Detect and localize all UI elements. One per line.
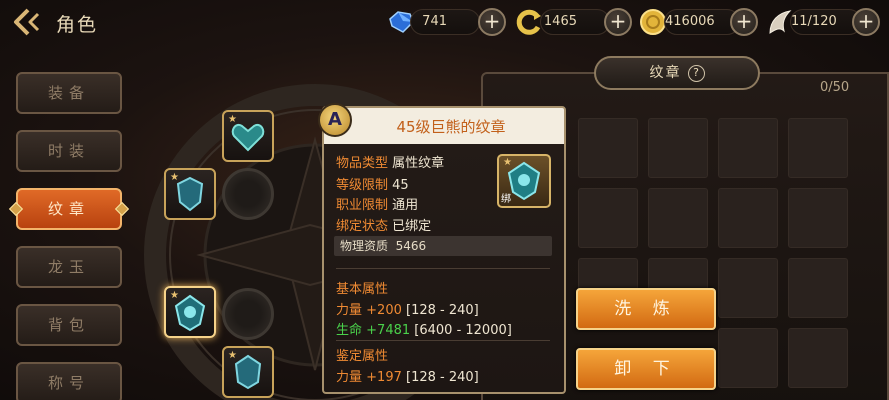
divider: [336, 340, 550, 341]
menu-equipment[interactable]: 装备: [16, 72, 122, 114]
field-level-limit: 等级限制 45: [336, 178, 409, 193]
appraise-section-title: 鉴定属性: [336, 349, 389, 364]
refine-button[interactable]: 洗 炼: [576, 288, 716, 330]
quality-bar: 物理资质 5466: [334, 236, 552, 256]
gold-count: 416006: [664, 9, 740, 35]
empty-slot-center-bottom[interactable]: [222, 288, 274, 340]
add-refresh-coin-button[interactable]: +: [604, 8, 632, 36]
grid-cell[interactable]: [718, 328, 778, 388]
stat-life: 生命 +7481 [6400 - 12000]: [336, 323, 512, 338]
emblem-slot-top[interactable]: ★: [222, 110, 274, 162]
empty-slot-center-top[interactable]: [222, 168, 274, 220]
star-icon: ★: [503, 157, 512, 168]
grid-cell[interactable]: [718, 118, 778, 178]
star-icon: ★: [170, 290, 179, 301]
base-section-title: 基本属性: [336, 282, 389, 297]
top-bar: 角色 741 + 1465 + 416006 + 11/120 +: [0, 0, 889, 44]
grid-cell[interactable]: [718, 258, 778, 318]
grid-cell[interactable]: [578, 118, 638, 178]
grade-badge: A: [318, 103, 352, 137]
grid-cell[interactable]: [788, 188, 848, 248]
item-title: 45级巨熊的纹章: [396, 118, 506, 136]
bound-tag: 绑: [501, 194, 511, 205]
inventory-count: 0/50: [820, 80, 850, 95]
emblem-slot-left[interactable]: ★: [164, 168, 216, 220]
help-icon[interactable]: ?: [687, 65, 705, 82]
menu-dragon-jade[interactable]: 龙玉: [16, 246, 122, 288]
emblem-tab-header: 纹章?: [594, 56, 760, 90]
emblem-slot-bottom[interactable]: ★: [222, 346, 274, 398]
stat-appraise-strength: 力量 +197 [128 - 240]: [336, 370, 479, 385]
field-bind-status: 绑定状态 已绑定: [336, 219, 432, 234]
page-title: 角色: [56, 14, 99, 36]
grid-cell[interactable]: [788, 328, 848, 388]
field-class-limit: 职业限制 通用: [336, 198, 419, 213]
grid-cell[interactable]: [648, 188, 708, 248]
grid-cell[interactable]: [788, 258, 848, 318]
add-gem-button[interactable]: +: [478, 8, 506, 36]
unequip-button[interactable]: 卸 下: [576, 348, 716, 390]
menu-title[interactable]: 称号: [16, 362, 122, 400]
menu-emblem[interactable]: 纹章: [16, 188, 122, 230]
grid-cell[interactable]: [788, 118, 848, 178]
add-gold-button[interactable]: +: [730, 8, 758, 36]
tab-label: 纹章: [649, 65, 682, 81]
divider: [336, 268, 550, 269]
add-stamina-button[interactable]: +: [852, 8, 880, 36]
field-item-type: 物品类型 属性纹章: [336, 156, 445, 171]
star-icon: ★: [170, 172, 179, 183]
star-icon: ★: [228, 114, 237, 125]
back-arrow-icon[interactable]: [10, 6, 44, 38]
grid-cell[interactable]: [578, 188, 638, 248]
stat-strength: 力量 +200 [128 - 240]: [336, 303, 479, 318]
menu-fashion[interactable]: 时装: [16, 130, 122, 172]
menu-bag[interactable]: 背包: [16, 304, 122, 346]
grid-cell[interactable]: [648, 118, 708, 178]
grid-cell[interactable]: [718, 188, 778, 248]
item-icon: ★ 绑: [497, 154, 551, 208]
gem-count: 741: [410, 9, 480, 35]
emblem-slot-selected[interactable]: ★: [164, 286, 216, 338]
star-icon: ★: [228, 350, 237, 361]
refresh-coin-count: 1465: [540, 9, 610, 35]
